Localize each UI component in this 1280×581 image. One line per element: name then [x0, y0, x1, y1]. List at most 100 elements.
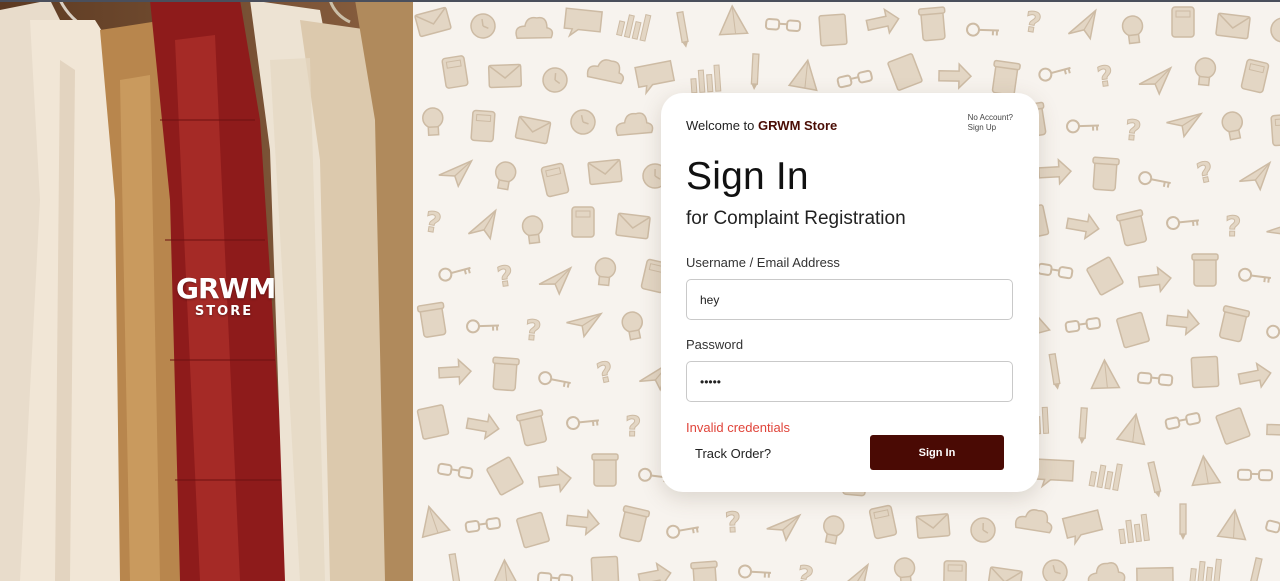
- key-icon: [1066, 119, 1100, 134]
- lightbulb-icon: [521, 215, 544, 245]
- glasses-icon: [764, 18, 802, 32]
- question-mark-icon: ?: [624, 409, 642, 443]
- bar-chart-icon: [1118, 513, 1150, 545]
- notebook-icon: [590, 555, 620, 581]
- pencil-icon: [676, 10, 689, 48]
- envelope-icon: [615, 212, 651, 240]
- pencil-icon: [1179, 503, 1187, 540]
- svg-text:?: ?: [422, 205, 443, 240]
- envelope-icon: [915, 513, 951, 539]
- arrow-icon: [1266, 416, 1280, 444]
- pyramid-icon: [787, 58, 818, 92]
- pencil-icon: [1147, 461, 1162, 498]
- calculator-icon: [868, 504, 898, 540]
- lightbulb-icon: [621, 311, 643, 341]
- paper-plane-icon: [538, 266, 573, 296]
- pencil-icon: [1248, 557, 1263, 581]
- clock-icon: [1270, 17, 1280, 43]
- signup-prompt: No Account? Sign Up: [968, 113, 1013, 133]
- track-order-link[interactable]: Track Order?: [695, 446, 771, 461]
- svg-text:?: ?: [625, 410, 642, 443]
- coffee-cup-icon: [515, 409, 548, 447]
- arrow-icon: [1237, 361, 1272, 389]
- question-mark-icon: ?: [593, 354, 617, 391]
- key-icon: [1038, 66, 1071, 82]
- key-icon: [1238, 267, 1272, 283]
- arrow-icon: [537, 465, 572, 494]
- coffee-cup-icon: [1218, 305, 1251, 343]
- question-mark-icon: ?: [494, 259, 516, 295]
- calculator-icon: [441, 55, 469, 89]
- password-input[interactable]: [686, 361, 1013, 402]
- speech-bubble-icon: [634, 59, 676, 96]
- glasses-icon: [1037, 262, 1074, 280]
- clock-icon: [1042, 559, 1068, 581]
- coffee-cup-icon: [416, 301, 447, 338]
- svg-text:?: ?: [1022, 5, 1043, 40]
- clock-icon: [570, 109, 596, 135]
- envelope-icon: [1215, 12, 1251, 40]
- svg-text:?: ?: [1095, 59, 1116, 94]
- coffee-cup-icon: [991, 59, 1021, 96]
- lightbulb-icon: [1194, 57, 1217, 87]
- signin-button[interactable]: Sign In: [870, 435, 1004, 470]
- notebook-icon: [887, 53, 923, 91]
- arrow-icon: [1037, 158, 1073, 186]
- signin-card: Welcome to GRWM Store No Account? Sign U…: [661, 93, 1039, 492]
- pencil-icon: [448, 553, 461, 581]
- svg-text:?: ?: [724, 506, 742, 540]
- cloud-icon: [615, 112, 654, 137]
- error-message: Invalid credentials: [686, 420, 791, 435]
- arrow-icon: [1137, 265, 1172, 294]
- bar-chart-icon: [616, 14, 652, 42]
- hero-clothes-image: GRWM STORE: [0, 0, 413, 581]
- brand-logo: GRWM STORE: [176, 274, 276, 320]
- paper-plane-icon: [438, 159, 474, 189]
- key-icon: [738, 564, 772, 579]
- question-mark-icon: ?: [422, 204, 444, 240]
- lightbulb-icon: [1221, 111, 1243, 141]
- pencil-icon: [1048, 353, 1061, 390]
- coffee-cup-icon: [690, 560, 718, 581]
- pyramid-icon: [1115, 412, 1146, 446]
- lightbulb-icon: [422, 107, 444, 137]
- key-icon: [538, 371, 571, 388]
- key-icon: [1138, 171, 1171, 188]
- notebook-icon: [818, 13, 848, 47]
- coffee-cup-icon: [1191, 253, 1219, 287]
- page-title: Sign In: [686, 155, 809, 198]
- glasses-icon: [1064, 317, 1102, 333]
- key-icon: [966, 22, 1000, 37]
- coffee-cup-icon: [917, 6, 946, 42]
- cloud-icon: [586, 59, 625, 85]
- clock-icon: [470, 13, 496, 39]
- pyramid-icon: [421, 504, 451, 539]
- bar-chart-icon: [1088, 463, 1123, 492]
- paper-plane-icon: [1067, 8, 1097, 41]
- notebook-icon: [486, 456, 524, 496]
- paper-plane-icon: [766, 513, 802, 543]
- bar-chart-icon: [1189, 558, 1222, 581]
- lightbulb-icon: [494, 161, 517, 191]
- key-icon: [566, 416, 600, 431]
- arrow-icon: [1065, 212, 1100, 241]
- username-input[interactable]: [686, 279, 1013, 320]
- password-label: Password: [686, 337, 744, 352]
- pyramid-icon: [1090, 358, 1121, 390]
- svg-text:?: ?: [524, 313, 543, 347]
- svg-text:?: ?: [1225, 210, 1242, 243]
- svg-text:?: ?: [495, 259, 516, 294]
- signup-link[interactable]: Sign Up: [968, 123, 1013, 133]
- coffee-cup-icon: [492, 356, 520, 392]
- speech-bubble-icon: [1035, 458, 1075, 489]
- welcome-prefix: Welcome to: [686, 118, 755, 133]
- question-mark-icon: ?: [1123, 113, 1143, 148]
- coffee-cup-icon: [1115, 209, 1148, 247]
- calculator-icon: [540, 162, 570, 198]
- calculator-icon: [470, 109, 496, 143]
- paper-plane-icon: [1166, 112, 1204, 139]
- paper-plane-icon: [566, 312, 604, 339]
- notebook-icon: [416, 404, 450, 440]
- coffee-cup-icon: [618, 505, 651, 543]
- lightbulb-icon: [594, 257, 617, 287]
